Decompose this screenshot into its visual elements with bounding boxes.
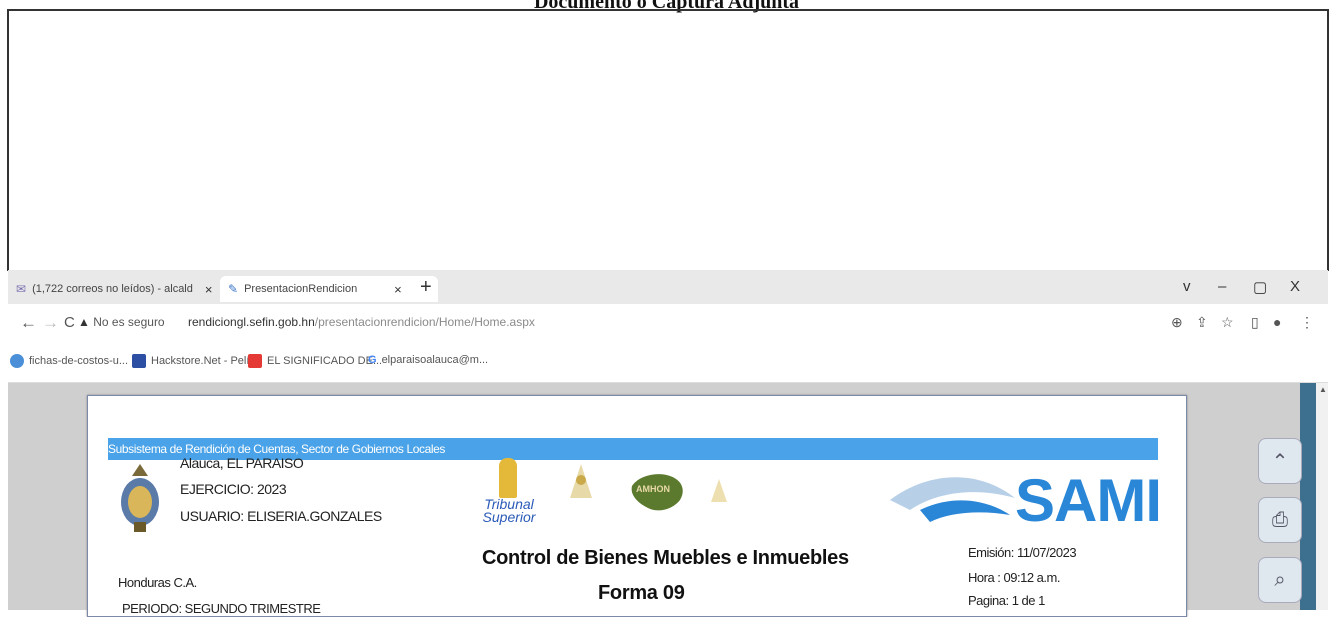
tab-label: PresentacionRendicion: [244, 283, 358, 295]
rendicion-icon: ✎: [228, 282, 239, 296]
download-button[interactable]: ⎙: [1258, 497, 1302, 543]
user: USUARIO: ELISERIA.GONZALES: [180, 508, 382, 524]
tab-search-icon[interactable]: v: [1183, 278, 1191, 295]
url-host: rendiciongl.sefin.gob.hn: [188, 315, 315, 329]
scroll-top-button[interactable]: ⌃: [1258, 438, 1302, 484]
warning-icon: ▲: [78, 315, 90, 329]
mail-icon: ✉: [16, 282, 27, 296]
globe-icon: [10, 354, 24, 368]
sami-swoosh-icon: [890, 477, 1015, 522]
tab-label: (1,722 correos no leídos) - alcald: [32, 283, 193, 295]
sami-logo-text: SAMI: [1015, 467, 1162, 534]
star-icon[interactable]: ☆: [1221, 314, 1234, 331]
close-window-button[interactable]: X: [1290, 278, 1300, 295]
close-icon[interactable]: ×: [394, 282, 402, 297]
back-button[interactable]: ←: [20, 313, 37, 333]
vertical-scrollbar[interactable]: ▲: [1316, 383, 1328, 610]
small-emblem-icon: [709, 478, 729, 504]
side-panel-strip: [1300, 383, 1316, 610]
scroll-up-arrow-icon[interactable]: ▲: [1319, 385, 1327, 394]
sidepanel-icon[interactable]: ▯: [1251, 314, 1259, 331]
report-heading: Control de Bienes Muebles e Inmuebles: [482, 547, 849, 569]
tribunal-logo-text: Tribunal Superior: [482, 496, 536, 525]
subsystem-title: Subsistema de Rendición de Cuentas, Sect…: [108, 442, 446, 456]
country: Honduras C.A.: [118, 575, 197, 590]
tribunal-logo: Tribunal Superior: [479, 458, 539, 538]
security-label: No es seguro: [93, 315, 165, 329]
bookmark-gmail[interactable]: Gelparaisoalauca@m...: [368, 354, 488, 366]
new-tab-button[interactable]: +: [420, 276, 432, 299]
forward-button[interactable]: →: [42, 313, 59, 333]
minimize-button[interactable]: –: [1218, 278, 1226, 295]
profile-icon[interactable]: ●: [1273, 314, 1281, 330]
bookmark-significado[interactable]: EL SIGNIFICADO DE...: [248, 354, 382, 368]
tab-bar: ✉ (1,722 correos no leídos) - alcald × ✎…: [8, 270, 1328, 304]
url-field[interactable]: rendiciongl.sefin.gob.hn/presentacionren…: [188, 315, 535, 329]
honduras-seal-icon: [116, 462, 164, 534]
emission-date: Emisión: 11/07/2023: [968, 545, 1077, 560]
amhon-logo-text: AMHON: [636, 484, 670, 494]
bookmark-label: EL SIGNIFICADO DE...: [267, 355, 383, 367]
government-emblem-icon: [568, 462, 594, 502]
address-bar: ← → C ▲ No es seguro rendiciongl.sefin.g…: [8, 304, 1328, 342]
url-path: /presentacionrendicion/Home/Home.aspx: [314, 315, 535, 329]
period: PERIODO: SEGUNDO TRIMESTRE: [122, 601, 321, 616]
attachment-frame: [7, 9, 1329, 271]
tab-presentacion[interactable]: ✎ PresentacionRendicion ×: [220, 276, 438, 302]
search-icon: ⌕: [1274, 568, 1286, 591]
bookmark-label: elparaisoalauca@m...: [381, 354, 489, 366]
emission-time: Hora : 09:12 a.m.: [968, 570, 1060, 585]
amhon-logo: AMHON: [630, 470, 688, 521]
menu-icon[interactable]: ⋮: [1300, 314, 1314, 331]
tab-mail[interactable]: ✉ (1,722 correos no leídos) - alcald ×: [16, 276, 216, 302]
maximize-button[interactable]: ▢: [1253, 278, 1267, 296]
bookmark-hackstore[interactable]: Hackstore.Net - Pelí...: [132, 354, 259, 368]
bookmark-label: Hackstore.Net - Pelí...: [151, 355, 259, 367]
exercise: EJERCICIO: 2023: [180, 481, 287, 497]
close-icon[interactable]: ×: [205, 282, 213, 297]
bookmark-label: fichas-de-costos-u...: [29, 355, 129, 367]
municipality: Alauca, EL PARAISO: [180, 455, 304, 471]
zoom-icon[interactable]: ⊕: [1171, 314, 1183, 331]
zoom-button[interactable]: ⌕: [1258, 557, 1302, 603]
security-indicator[interactable]: ▲ No es seguro: [78, 315, 165, 329]
reload-button[interactable]: C: [64, 314, 75, 331]
bookmark-fichas[interactable]: fichas-de-costos-u...: [10, 354, 128, 368]
bookmarks-bar: fichas-de-costos-u... Hackstore.Net - Pe…: [8, 342, 1328, 383]
save-icon: ⎙: [1272, 508, 1288, 531]
tribunal-emblem-icon: [499, 458, 517, 498]
youtube-icon: [248, 354, 262, 368]
google-icon: G: [368, 354, 377, 366]
share-icon[interactable]: ⇪: [1196, 314, 1208, 331]
form-number: Forma 09: [598, 582, 685, 604]
up-arrow-icon: ⌃: [1271, 450, 1289, 473]
hackstore-icon: [132, 354, 146, 368]
page-counter: Pagina: 1 de 1: [968, 593, 1045, 608]
